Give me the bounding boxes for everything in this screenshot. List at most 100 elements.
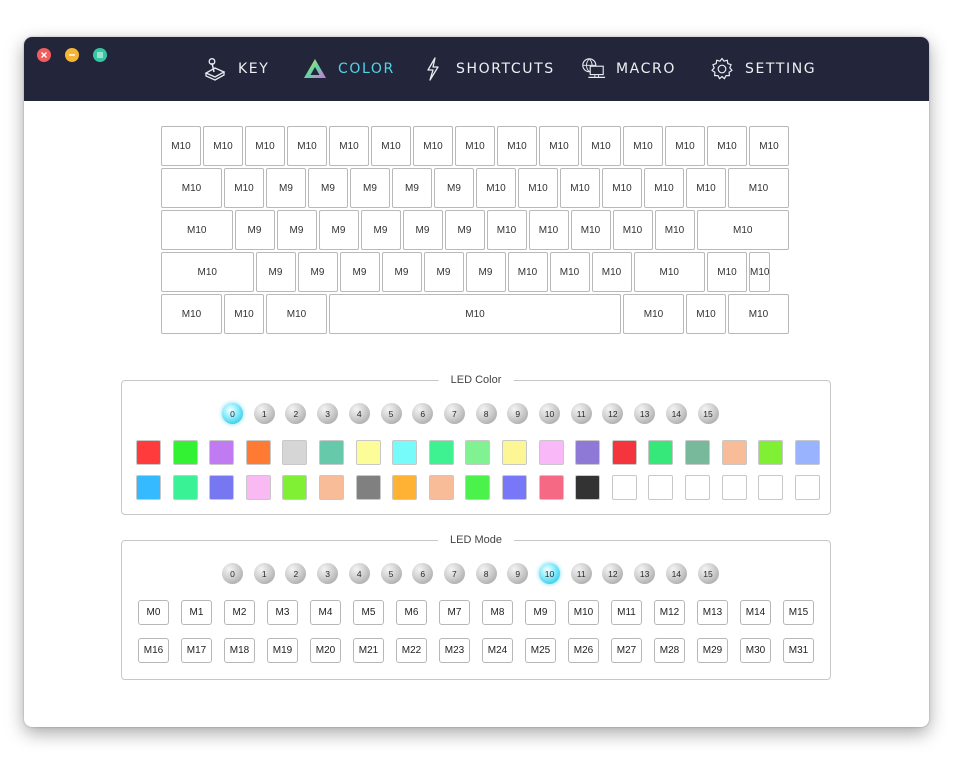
mode-button-m1[interactable]: M1 xyxy=(181,600,212,625)
key[interactable]: M10 xyxy=(245,126,285,166)
key[interactable]: M10 xyxy=(224,294,264,334)
color-swatch[interactable] xyxy=(392,475,418,500)
key[interactable]: M10 xyxy=(749,252,771,292)
key[interactable]: M10 xyxy=(686,168,726,208)
key[interactable]: M10 xyxy=(476,168,516,208)
led-color-index-4[interactable]: 4 xyxy=(348,403,370,424)
key[interactable]: M10 xyxy=(749,126,789,166)
key[interactable]: M10 xyxy=(654,210,695,250)
key[interactable]: M9 xyxy=(360,210,401,250)
mode-button-m10[interactable]: M10 xyxy=(568,600,599,625)
color-swatch[interactable] xyxy=(136,440,161,465)
nav-tab-key[interactable]: KEY xyxy=(202,37,269,101)
color-swatch[interactable] xyxy=(245,475,271,500)
mode-button-m29[interactable]: M29 xyxy=(697,638,728,663)
color-swatch[interactable] xyxy=(428,440,454,465)
close-button[interactable] xyxy=(37,48,51,62)
color-swatch[interactable] xyxy=(685,440,710,465)
led-mode-index-6[interactable]: 6 xyxy=(412,563,434,584)
key[interactable]: M10 xyxy=(507,252,548,292)
key[interactable]: M10 xyxy=(539,126,579,166)
key[interactable]: M9 xyxy=(339,252,380,292)
key[interactable]: M10 xyxy=(161,294,222,334)
mode-button-m28[interactable]: M28 xyxy=(654,638,685,663)
key[interactable]: M10 xyxy=(161,168,222,208)
color-swatch[interactable] xyxy=(611,475,637,500)
key[interactable]: M9 xyxy=(381,252,422,292)
key[interactable]: M10 xyxy=(329,126,369,166)
led-mode-index-0[interactable]: 0 xyxy=(222,563,243,584)
mode-button-m20[interactable]: M20 xyxy=(310,638,341,663)
color-swatch[interactable] xyxy=(575,440,601,465)
mode-button-m21[interactable]: M21 xyxy=(353,638,384,663)
mode-button-m8[interactable]: M8 xyxy=(482,600,513,625)
mode-button-m16[interactable]: M16 xyxy=(138,638,169,663)
key[interactable]: M10 xyxy=(549,252,590,292)
mode-button-m22[interactable]: M22 xyxy=(396,638,427,663)
mode-button-m9[interactable]: M9 xyxy=(525,600,556,625)
led-mode-index-9[interactable]: 9 xyxy=(507,563,529,584)
led-color-index-9[interactable]: 9 xyxy=(507,403,529,424)
key[interactable]: M10 xyxy=(161,252,254,292)
mode-button-m12[interactable]: M12 xyxy=(654,600,685,625)
key[interactable]: M10 xyxy=(696,210,789,250)
key[interactable]: M9 xyxy=(350,168,390,208)
key[interactable]: M10 xyxy=(581,126,621,166)
color-swatch[interactable] xyxy=(282,440,308,465)
key[interactable]: M9 xyxy=(266,168,306,208)
led-color-index-1[interactable]: 1 xyxy=(253,403,275,424)
led-color-index-2[interactable]: 2 xyxy=(285,403,307,424)
nav-tab-shortcuts[interactable]: SHORTCUTS xyxy=(420,37,555,101)
mode-button-m11[interactable]: M11 xyxy=(611,600,642,625)
key[interactable]: M9 xyxy=(255,252,296,292)
key[interactable]: M10 xyxy=(329,294,621,334)
color-swatch[interactable] xyxy=(245,440,271,465)
key[interactable]: M9 xyxy=(444,210,485,250)
led-mode-index-2[interactable]: 2 xyxy=(285,563,307,584)
mode-button-m27[interactable]: M27 xyxy=(611,638,642,663)
minimize-button[interactable] xyxy=(65,48,79,62)
mode-button-m19[interactable]: M19 xyxy=(267,638,298,663)
color-swatch[interactable] xyxy=(209,440,235,465)
mode-button-m2[interactable]: M2 xyxy=(224,600,255,625)
key[interactable]: M10 xyxy=(623,294,684,334)
key[interactable]: M9 xyxy=(297,252,338,292)
color-swatch[interactable] xyxy=(502,440,527,465)
key[interactable]: M10 xyxy=(591,252,632,292)
key[interactable]: M10 xyxy=(633,252,705,292)
key[interactable]: M10 xyxy=(644,168,684,208)
color-swatch[interactable] xyxy=(172,440,198,465)
color-swatch[interactable] xyxy=(355,440,381,465)
led-mode-index-11[interactable]: 11 xyxy=(570,563,592,584)
led-mode-index-5[interactable]: 5 xyxy=(380,563,402,584)
key[interactable]: M10 xyxy=(486,210,527,250)
color-swatch[interactable] xyxy=(575,475,601,500)
key[interactable]: M10 xyxy=(665,126,705,166)
led-mode-index-1[interactable]: 1 xyxy=(253,563,275,584)
color-swatch[interactable] xyxy=(319,475,344,500)
mode-button-m15[interactable]: M15 xyxy=(783,600,814,625)
color-swatch[interactable] xyxy=(685,475,710,500)
color-swatch[interactable] xyxy=(758,440,784,465)
color-swatch[interactable] xyxy=(538,440,564,465)
color-swatch[interactable] xyxy=(721,440,747,465)
led-color-index-13[interactable]: 13 xyxy=(634,403,656,424)
key[interactable]: M10 xyxy=(497,126,537,166)
color-swatch[interactable] xyxy=(209,475,235,500)
key[interactable]: M10 xyxy=(612,210,653,250)
led-color-index-10[interactable]: 10 xyxy=(539,403,560,424)
mode-button-m24[interactable]: M24 xyxy=(482,638,513,663)
led-mode-index-15[interactable]: 15 xyxy=(697,563,719,584)
color-swatch[interactable] xyxy=(172,475,198,500)
key[interactable]: M10 xyxy=(413,126,453,166)
key[interactable]: M9 xyxy=(434,168,474,208)
menu-button[interactable] xyxy=(93,48,107,62)
key[interactable]: M10 xyxy=(602,168,642,208)
key[interactable]: M9 xyxy=(318,210,359,250)
key[interactable]: M10 xyxy=(623,126,663,166)
mode-button-m31[interactable]: M31 xyxy=(783,638,814,663)
key[interactable]: M9 xyxy=(276,210,317,250)
color-swatch[interactable] xyxy=(355,475,381,500)
led-color-index-6[interactable]: 6 xyxy=(412,403,434,424)
mode-button-m17[interactable]: M17 xyxy=(181,638,212,663)
